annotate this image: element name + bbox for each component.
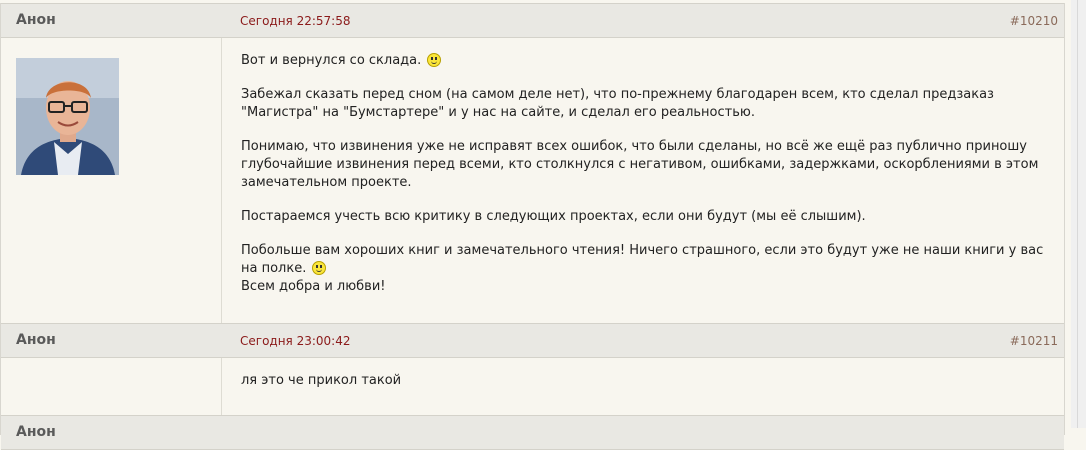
avatar[interactable] <box>16 58 119 175</box>
post-header: Анон Сегодня 23:00:42 #10211 <box>1 323 1064 358</box>
scrollbar[interactable] <box>1071 0 1086 428</box>
post-paragraph: Вот и вернулся со склада. <box>241 52 1044 70</box>
post-paragraph: Понимаю, что извинения уже не исправят в… <box>241 139 1039 190</box>
post-paragraph: ля это че прикол такой <box>241 373 402 388</box>
post-number-link[interactable]: #10210 <box>1010 14 1058 28</box>
author-name[interactable]: Анон <box>16 424 56 440</box>
smiley-icon <box>427 53 442 67</box>
post-paragraph: Постараемся учесть всю критику в следующ… <box>241 209 866 224</box>
post-text: Вот и вернулся со склада. <box>241 53 422 68</box>
post-paragraph: Забежал сказать перед сном (на самом дел… <box>241 87 994 120</box>
author-name[interactable]: Анон <box>16 332 56 348</box>
author-column <box>1 358 222 416</box>
forum-thread: Анон Сегодня 22:57:58 #10210 Вот и верну… <box>0 0 1065 450</box>
avatar-photo-icon <box>16 58 119 175</box>
post-header: Анон Сегодня 22:57:58 #10210 <box>1 3 1064 38</box>
post-date: Сегодня 23:00:42 <box>240 334 351 348</box>
author-column <box>1 38 222 323</box>
post-date: Сегодня 22:57:58 <box>240 14 351 28</box>
post: Анон <box>0 415 1065 450</box>
post-body: ля это че прикол такой <box>1 358 1064 416</box>
post-body: Вот и вернулся со склада. Забежал сказат… <box>1 38 1064 323</box>
post-paragraph: Всем добра и любви! <box>241 279 386 294</box>
post-paragraph: Побольше вам хороших книг и замечательно… <box>241 242 1044 278</box>
divider <box>1077 0 1078 428</box>
post-content: Вот и вернулся со склада. Забежал сказат… <box>241 52 1044 312</box>
post: Анон Сегодня 23:00:42 #10211 ля это че п… <box>0 323 1065 416</box>
post: Анон Сегодня 22:57:58 #10210 Вот и верну… <box>0 3 1065 323</box>
post-content: ля это че прикол такой <box>241 372 1044 406</box>
post-text: Побольше вам хороших книг и замечательно… <box>241 243 1044 276</box>
author-name[interactable]: Анон <box>16 12 56 28</box>
smiley-icon <box>312 261 327 275</box>
post-header: Анон <box>1 415 1064 450</box>
post-number-link[interactable]: #10211 <box>1010 334 1058 348</box>
